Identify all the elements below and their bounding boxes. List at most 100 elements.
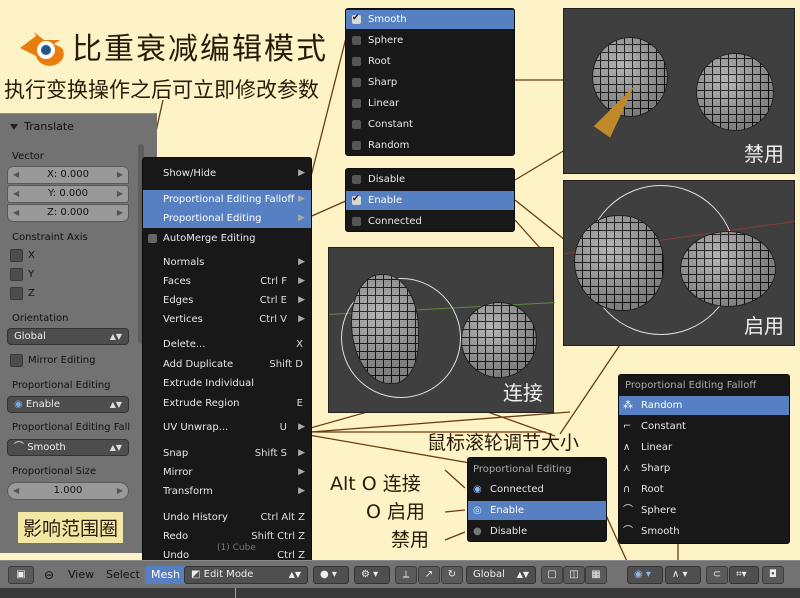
- submenu-arrow-icon: ▶: [298, 194, 305, 204]
- viewport-object-name: (1) Cube: [217, 543, 256, 553]
- mode-item-disable[interactable]: Disable: [346, 170, 514, 189]
- menu-item-undo-history[interactable]: Undo History Ctrl Alt Z: [143, 508, 311, 527]
- menu-item-extrude-region[interactable]: Extrude Region E: [143, 394, 311, 413]
- falloff-item-random[interactable]: Random: [346, 136, 514, 155]
- axis-x-checkbox[interactable]: [10, 249, 23, 262]
- popup-falloff-linear[interactable]: ∧ Linear: [619, 438, 789, 457]
- menu-item-add-duplicate[interactable]: Add Duplicate Shift D: [143, 355, 311, 374]
- prop-editing-value: Enable: [25, 399, 60, 410]
- submenu-arrow-icon: ▶: [298, 213, 305, 223]
- menu-item-edges[interactable]: Edges Ctrl E ▶: [143, 291, 311, 310]
- translate-button[interactable]: ↗: [418, 566, 440, 584]
- menu-item-show-hide[interactable]: Show/Hide ▶: [143, 164, 311, 183]
- falloff-item-sharp[interactable]: Sharp: [346, 73, 514, 92]
- menu-item-mirror[interactable]: Mirror ▶: [143, 463, 311, 482]
- menu-item-falloff[interactable]: Proportional Editing Falloff ▶: [143, 190, 311, 209]
- mirror-editing-checkbox[interactable]: [10, 354, 23, 367]
- prop-editing-toolbar-dropdown[interactable]: ◉ ▾: [627, 566, 663, 584]
- random-checkbox[interactable]: [352, 141, 361, 150]
- menu-view[interactable]: View: [68, 566, 94, 584]
- mode-item-connected[interactable]: Connected: [346, 212, 514, 231]
- snap-target-dropdown[interactable]: ⌗▾: [729, 566, 759, 584]
- falloff-dropdown[interactable]: ⌒ Smooth ▲▼: [7, 439, 129, 456]
- menu-select[interactable]: Select: [106, 566, 140, 584]
- popup-falloff-smooth[interactable]: ⌒ Smooth: [619, 522, 789, 541]
- smooth-curve-icon: ⌒: [14, 442, 28, 453]
- falloff-item-linear[interactable]: Linear: [346, 94, 514, 113]
- connected-checkbox[interactable]: [352, 217, 361, 226]
- snap-toggle[interactable]: ⊂: [706, 566, 728, 584]
- falloff-item-smooth[interactable]: Smooth: [346, 9, 514, 29]
- mesh-menu: Show/Hide ▶ Proportional Editing Falloff ▶…: [142, 157, 312, 565]
- root-checkbox[interactable]: [352, 57, 361, 66]
- render-button[interactable]: ◘: [762, 566, 784, 584]
- menu-item-label: Extrude Individual: [163, 378, 254, 389]
- mode-dropdown[interactable]: ◩ Edit Mode ▲▼: [184, 566, 308, 584]
- orientation-dropdown[interactable]: Global ▲▼: [7, 328, 129, 345]
- menu-item-automerge[interactable]: AutoMerge Editing: [143, 229, 311, 248]
- popup-mode-connected[interactable]: ◉ Connected: [468, 480, 606, 499]
- shortcut-text: U: [279, 422, 287, 433]
- popup-falloff-sharp[interactable]: ⋏ Sharp: [619, 459, 789, 478]
- menu-item-normals[interactable]: Normals ▶: [143, 253, 311, 272]
- constant-checkbox[interactable]: [352, 120, 361, 129]
- falloff-item-sphere[interactable]: Sphere: [346, 31, 514, 50]
- menu-mesh[interactable]: Mesh: [145, 566, 186, 584]
- menu-item-delete[interactable]: Delete... X: [143, 335, 311, 354]
- menu-item-uv-unwrap[interactable]: UV Unwrap... U ▶: [143, 418, 311, 437]
- vector-y-field[interactable]: ◀ Y: 0.000 ▶: [7, 185, 129, 203]
- menu-item-label: Undo History: [163, 512, 228, 523]
- vertex-select-button[interactable]: ▢: [541, 566, 563, 584]
- rotate-button[interactable]: ↻: [441, 566, 463, 584]
- viewport-disabled[interactable]: 禁用: [563, 8, 795, 174]
- falloff-item-constant[interactable]: Constant: [346, 115, 514, 134]
- sphere-mesh: [680, 231, 776, 307]
- face-select-button[interactable]: ▦: [585, 566, 607, 584]
- smooth-checkbox[interactable]: [352, 9, 361, 28]
- vector-x-field[interactable]: ◀ X: 0.000 ▶: [7, 166, 129, 184]
- falloff-item-root[interactable]: Root: [346, 52, 514, 71]
- popup-falloff-random[interactable]: ⁂ Random: [619, 396, 789, 415]
- menu-item-faces[interactable]: Faces Ctrl F ▶: [143, 272, 311, 291]
- viewport-enabled[interactable]: 启用: [563, 180, 795, 346]
- menu-item-transform[interactable]: Transform ▶: [143, 482, 311, 501]
- falloff-toolbar-dropdown[interactable]: ∧ ▾: [665, 566, 701, 584]
- popup-mode-disable[interactable]: ● Disable: [468, 522, 606, 541]
- edge-select-button[interactable]: ◫: [563, 566, 585, 584]
- mode-item-enable[interactable]: Enable: [346, 190, 514, 210]
- viewport-connected[interactable]: 连接: [328, 247, 555, 413]
- axis-z-checkbox[interactable]: [10, 287, 23, 300]
- deformed-sphere: [574, 215, 664, 311]
- falloff-item-label: Sphere: [368, 35, 404, 46]
- prop-editing-dropdown[interactable]: ◉ Enable ▲▼: [7, 396, 129, 413]
- axis-y-checkbox[interactable]: [10, 268, 23, 281]
- popup-falloff-constant[interactable]: ⌐ Constant: [619, 417, 789, 436]
- menu-item-prop-editing[interactable]: Proportional Editing ▶: [143, 209, 311, 228]
- enable-checkbox[interactable]: [352, 190, 361, 209]
- menu-item-label: Normals: [163, 257, 205, 268]
- proportional-size-field[interactable]: ◀ 1.000 ▶: [7, 482, 129, 500]
- sphere-checkbox[interactable]: [352, 36, 361, 45]
- editor-type-button[interactable]: ▣: [8, 566, 34, 584]
- disable-checkbox[interactable]: [352, 175, 361, 184]
- popup-falloff-sphere[interactable]: ⌒ Sphere: [619, 501, 789, 520]
- axis-x-label: X: [28, 250, 35, 261]
- menu-item-extrude-individual[interactable]: Extrude Individual: [143, 374, 311, 393]
- proportional-size-value: 1.000: [53, 485, 83, 496]
- popup-item-label: Sphere: [641, 505, 677, 516]
- sharp-checkbox[interactable]: [352, 78, 361, 87]
- automerge-checkbox[interactable]: [148, 234, 157, 243]
- pivot-dropdown[interactable]: ⚙ ▾: [354, 566, 390, 584]
- menu-item-vertices[interactable]: Vertices Ctrl V ▶: [143, 310, 311, 329]
- orientation-toolbar-dropdown[interactable]: Global ▲▼: [466, 566, 536, 584]
- menu-item-snap[interactable]: Snap Shift S ▶: [143, 444, 311, 463]
- manipulator-toggle[interactable]: ⟂: [395, 566, 417, 584]
- vector-z-field[interactable]: ◀ Z: 0.000 ▶: [7, 204, 129, 222]
- linear-checkbox[interactable]: [352, 99, 361, 108]
- collapse-menu-icon[interactable]: ⊖: [44, 566, 54, 584]
- popup-mode-enable[interactable]: ◎ Enable: [468, 501, 606, 520]
- popup-item-label: Linear: [641, 442, 673, 453]
- popup-falloff-root[interactable]: ∩ Root: [619, 480, 789, 499]
- shading-dropdown[interactable]: ● ▾: [313, 566, 349, 584]
- operator-panel-header[interactable]: Translate: [0, 114, 157, 140]
